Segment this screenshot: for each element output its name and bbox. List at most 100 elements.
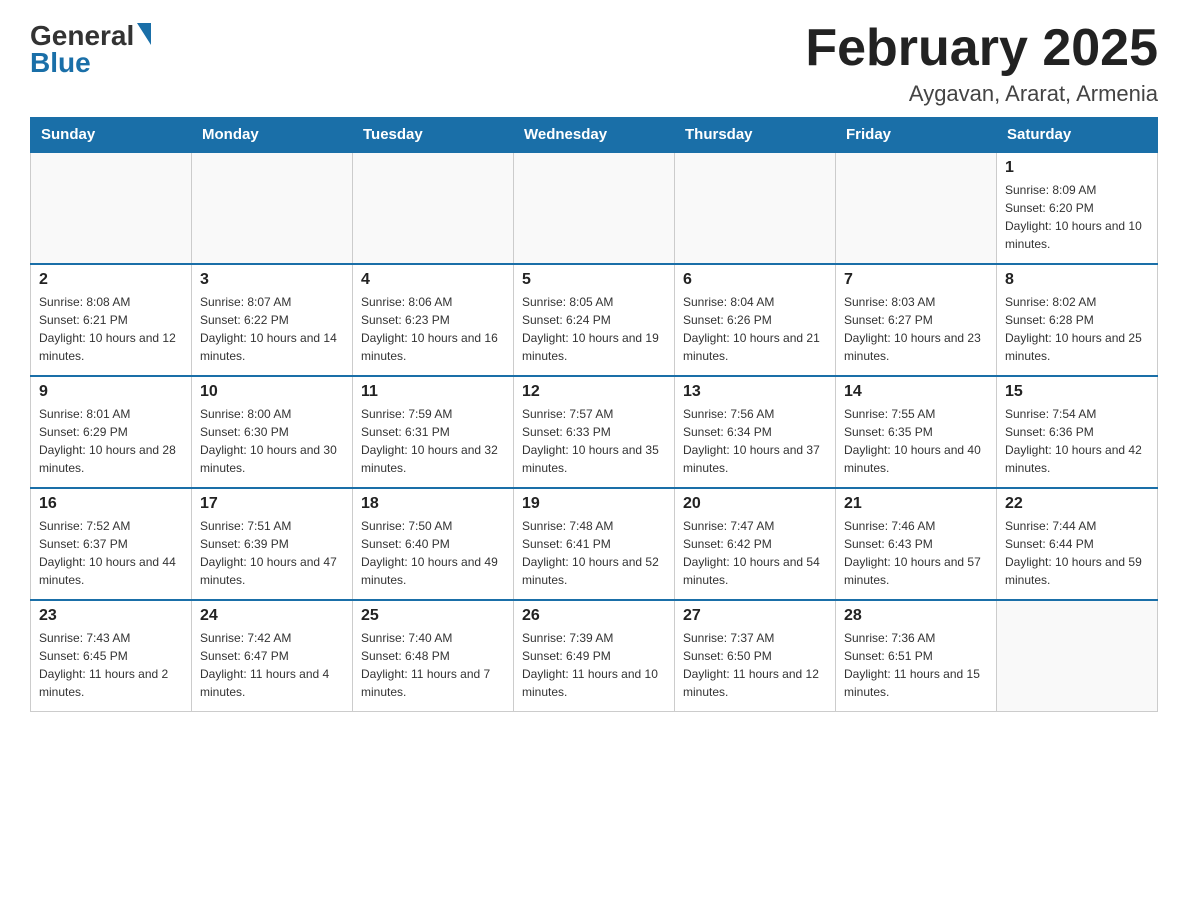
title-block: February 2025 Aygavan, Ararat, Armenia [805,20,1158,107]
calendar-day: 4Sunrise: 8:06 AMSunset: 6:23 PMDaylight… [353,264,514,376]
calendar-day: 16 Sunrise: 7:52 AMSunset: 6:37 PMDayligh… [31,488,192,600]
day-number: 8 [1005,271,1149,289]
week-row-3: 16 Sunrise: 7:52 AMSunset: 6:37 PMDayligh… [31,488,1158,600]
day-number: 5 [522,271,666,289]
day-info: Sunrise: 8:00 AMSunset: 6:30 PMDaylight:… [200,405,344,477]
week-row-4: 23 Sunrise: 7:43 AMSunset: 6:45 PMDayligh… [31,600,1158,712]
day-info: Sunrise: 7:52 AMSunset: 6:37 PMDaylight:… [39,517,183,589]
calendar-day: 15 Sunrise: 7:54 AMSunset: 6:36 PMDayligh… [997,376,1158,488]
calendar-day: 21 Sunrise: 7:46 AMSunset: 6:43 PMDayligh… [836,488,997,600]
calendar-day: 23 Sunrise: 7:43 AMSunset: 6:45 PMDayligh… [31,600,192,712]
header-monday: Monday [192,118,353,153]
day-number: 28 [844,607,988,625]
day-info: Sunrise: 7:47 AMSunset: 6:42 PMDaylight:… [683,517,827,589]
day-info: Sunrise: 8:06 AMSunset: 6:23 PMDaylight:… [361,293,505,365]
calendar-table: Sunday Monday Tuesday Wednesday Thursday… [30,117,1158,712]
calendar-day: 13 Sunrise: 7:56 AMSunset: 6:34 PMDayligh… [675,376,836,488]
day-number: 21 [844,495,988,513]
calendar-day [997,600,1158,712]
day-info: Sunrise: 8:08 AMSunset: 6:21 PMDaylight:… [39,293,183,365]
month-title: February 2025 [805,20,1158,77]
day-number: 13 [683,383,827,401]
calendar-day [31,152,192,264]
logo: General Blue [30,20,153,79]
calendar-day: 2 Sunrise: 8:08 AMSunset: 6:21 PMDaylight… [31,264,192,376]
calendar-day: 26Sunrise: 7:39 AMSunset: 6:49 PMDayligh… [514,600,675,712]
calendar-day [836,152,997,264]
calendar-day: 9 Sunrise: 8:01 AMSunset: 6:29 PMDaylight… [31,376,192,488]
calendar-day: 3Sunrise: 8:07 AMSunset: 6:22 PMDaylight… [192,264,353,376]
day-number: 11 [361,383,505,401]
day-info: Sunrise: 7:48 AMSunset: 6:41 PMDaylight:… [522,517,666,589]
day-number: 3 [200,271,344,289]
day-info: Sunrise: 7:55 AMSunset: 6:35 PMDaylight:… [844,405,988,477]
header-saturday: Saturday [997,118,1158,153]
header-wednesday: Wednesday [514,118,675,153]
header-friday: Friday [836,118,997,153]
calendar-day: 18Sunrise: 7:50 AMSunset: 6:40 PMDayligh… [353,488,514,600]
day-number: 12 [522,383,666,401]
calendar-day [353,152,514,264]
day-number: 22 [1005,495,1149,513]
day-info: Sunrise: 8:05 AMSunset: 6:24 PMDaylight:… [522,293,666,365]
calendar-day: 1 Sunrise: 8:09 AMSunset: 6:20 PMDaylight… [997,152,1158,264]
day-info: Sunrise: 7:56 AMSunset: 6:34 PMDaylight:… [683,405,827,477]
day-number: 20 [683,495,827,513]
day-info: Sunrise: 8:01 AMSunset: 6:29 PMDaylight:… [39,405,183,477]
header-tuesday: Tuesday [353,118,514,153]
day-number: 16 [39,495,183,513]
day-number: 27 [683,607,827,625]
day-info: Sunrise: 7:36 AMSunset: 6:51 PMDaylight:… [844,629,988,701]
day-info: Sunrise: 7:46 AMSunset: 6:43 PMDaylight:… [844,517,988,589]
day-number: 10 [200,383,344,401]
calendar-day: 11Sunrise: 7:59 AMSunset: 6:31 PMDayligh… [353,376,514,488]
day-info: Sunrise: 8:04 AMSunset: 6:26 PMDaylight:… [683,293,827,365]
day-info: Sunrise: 7:39 AMSunset: 6:49 PMDaylight:… [522,629,666,701]
day-number: 19 [522,495,666,513]
page-header: General Blue February 2025 Aygavan, Arar… [30,20,1158,107]
week-row-1: 2 Sunrise: 8:08 AMSunset: 6:21 PMDaylight… [31,264,1158,376]
calendar-day: 17 Sunrise: 7:51 AMSunset: 6:39 PMDayligh… [192,488,353,600]
calendar-header-row: Sunday Monday Tuesday Wednesday Thursday… [31,118,1158,153]
day-info: Sunrise: 7:44 AMSunset: 6:44 PMDaylight:… [1005,517,1149,589]
day-number: 14 [844,383,988,401]
day-number: 6 [683,271,827,289]
day-number: 25 [361,607,505,625]
day-number: 17 [200,495,344,513]
calendar-day: 5 Sunrise: 8:05 AMSunset: 6:24 PMDaylight… [514,264,675,376]
calendar-day [192,152,353,264]
day-number: 7 [844,271,988,289]
day-info: Sunrise: 8:09 AMSunset: 6:20 PMDaylight:… [1005,181,1149,253]
header-sunday: Sunday [31,118,192,153]
day-number: 15 [1005,383,1149,401]
calendar-day [514,152,675,264]
calendar-day: 28 Sunrise: 7:36 AMSunset: 6:51 PMDayligh… [836,600,997,712]
calendar-day: 24Sunrise: 7:42 AMSunset: 6:47 PMDayligh… [192,600,353,712]
calendar-day: 7Sunrise: 8:03 AMSunset: 6:27 PMDaylight… [836,264,997,376]
day-info: Sunrise: 7:43 AMSunset: 6:45 PMDaylight:… [39,629,183,701]
calendar-day: 12Sunrise: 7:57 AMSunset: 6:33 PMDayligh… [514,376,675,488]
day-info: Sunrise: 7:51 AMSunset: 6:39 PMDaylight:… [200,517,344,589]
day-number: 18 [361,495,505,513]
logo-arrow-icon [137,23,151,45]
calendar-day [675,152,836,264]
calendar-day: 22 Sunrise: 7:44 AMSunset: 6:44 PMDayligh… [997,488,1158,600]
day-info: Sunrise: 7:40 AMSunset: 6:48 PMDaylight:… [361,629,505,701]
calendar-day: 10 Sunrise: 8:00 AMSunset: 6:30 PMDayligh… [192,376,353,488]
day-info: Sunrise: 7:42 AMSunset: 6:47 PMDaylight:… [200,629,344,701]
day-info: Sunrise: 8:02 AMSunset: 6:28 PMDaylight:… [1005,293,1149,365]
calendar-day: 6 Sunrise: 8:04 AMSunset: 6:26 PMDaylight… [675,264,836,376]
day-info: Sunrise: 7:54 AMSunset: 6:36 PMDaylight:… [1005,405,1149,477]
calendar-day: 8 Sunrise: 8:02 AMSunset: 6:28 PMDaylight… [997,264,1158,376]
header-thursday: Thursday [675,118,836,153]
logo-blue: Blue [30,47,91,79]
day-number: 1 [1005,159,1149,177]
week-row-2: 9 Sunrise: 8:01 AMSunset: 6:29 PMDaylight… [31,376,1158,488]
calendar-day: 20 Sunrise: 7:47 AMSunset: 6:42 PMDayligh… [675,488,836,600]
day-number: 23 [39,607,183,625]
day-number: 9 [39,383,183,401]
day-number: 2 [39,271,183,289]
calendar-day: 27Sunrise: 7:37 AMSunset: 6:50 PMDayligh… [675,600,836,712]
location: Aygavan, Ararat, Armenia [805,81,1158,107]
calendar-day: 25 Sunrise: 7:40 AMSunset: 6:48 PMDayligh… [353,600,514,712]
